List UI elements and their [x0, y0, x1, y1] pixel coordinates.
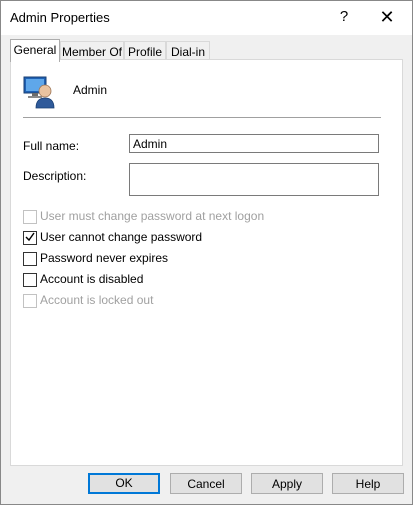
checkmark-icon: [25, 232, 35, 242]
tab-general[interactable]: General: [10, 39, 60, 62]
help-icon[interactable]: ?: [322, 1, 366, 33]
checkbox-label: Password never expires: [40, 251, 169, 265]
checkbox-label: Account is locked out: [40, 293, 154, 307]
window-title: Admin Properties: [10, 10, 110, 25]
section-divider: [23, 117, 381, 118]
checkbox-box[interactable]: [23, 252, 37, 266]
full-name-input[interactable]: Admin: [129, 134, 379, 153]
general-tab-panel: Admin Full name: Admin Description: User…: [10, 59, 403, 466]
checkbox-box[interactable]: [23, 273, 37, 287]
description-input[interactable]: [129, 163, 379, 196]
user-account-icon: [23, 76, 55, 109]
checkbox-box[interactable]: [23, 210, 37, 224]
checkbox-label: Account is disabled: [40, 272, 144, 286]
checkbox-label: User cannot change password: [40, 230, 203, 244]
checkbox-box[interactable]: [23, 294, 37, 308]
full-name-label: Full name:: [23, 139, 80, 153]
checkbox-label: User must change password at next logon: [40, 209, 265, 223]
title-bar[interactable]: Admin Properties ? ✕: [1, 1, 412, 35]
properties-dialog: Admin Properties ? ✕ General Member Of P…: [0, 0, 413, 505]
cancel-button[interactable]: Cancel: [170, 473, 242, 494]
checkbox-box[interactable]: [23, 231, 37, 245]
help-button[interactable]: Help: [332, 473, 404, 494]
close-icon[interactable]: ✕: [365, 1, 409, 33]
apply-button[interactable]: Apply: [251, 473, 323, 494]
description-label: Description:: [23, 169, 87, 183]
user-display-name: Admin: [73, 83, 108, 97]
ok-button[interactable]: OK: [88, 473, 160, 494]
